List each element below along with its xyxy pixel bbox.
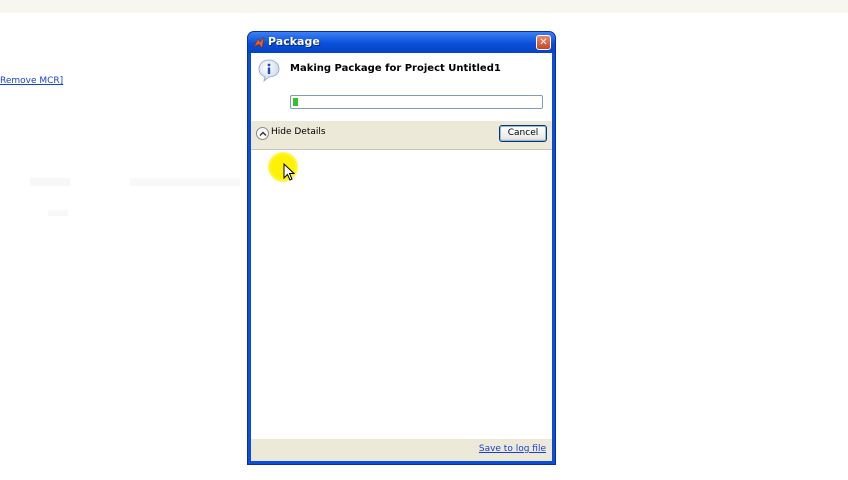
mouse-pointer-icon <box>283 163 295 181</box>
message-area: Making Package for Project Untitled1 <box>251 53 552 121</box>
remove-mcr-link[interactable]: Remove MCR] <box>0 76 63 86</box>
progress-fill <box>293 98 298 106</box>
faded-text-block <box>30 178 70 186</box>
dialog-titlebar[interactable]: Package ✕ <box>248 32 555 53</box>
hide-details-toggle[interactable]: Hide Details <box>271 127 326 137</box>
chevron-up-icon[interactable] <box>256 127 269 140</box>
info-icon <box>258 59 280 82</box>
matlab-logo-icon <box>253 36 265 49</box>
status-message: Making Package for Project Untitled1 <box>290 63 501 74</box>
package-dialog: Package ✕ Making Package for Project Unt… <box>248 32 555 464</box>
faded-text-block <box>48 210 68 216</box>
save-to-log-link[interactable]: Save to log file <box>479 444 546 454</box>
cancel-button[interactable]: Cancel <box>499 125 547 142</box>
details-panel <box>251 149 552 440</box>
dialog-title: Package <box>268 35 320 48</box>
dialog-footer: Save to log file <box>251 439 552 461</box>
dialog-body: Making Package for Project Untitled1 Hid… <box>251 53 552 461</box>
top-strip <box>0 0 848 13</box>
faded-text-block <box>130 178 240 186</box>
close-button[interactable]: ✕ <box>536 35 551 50</box>
progress-bar <box>290 95 543 109</box>
